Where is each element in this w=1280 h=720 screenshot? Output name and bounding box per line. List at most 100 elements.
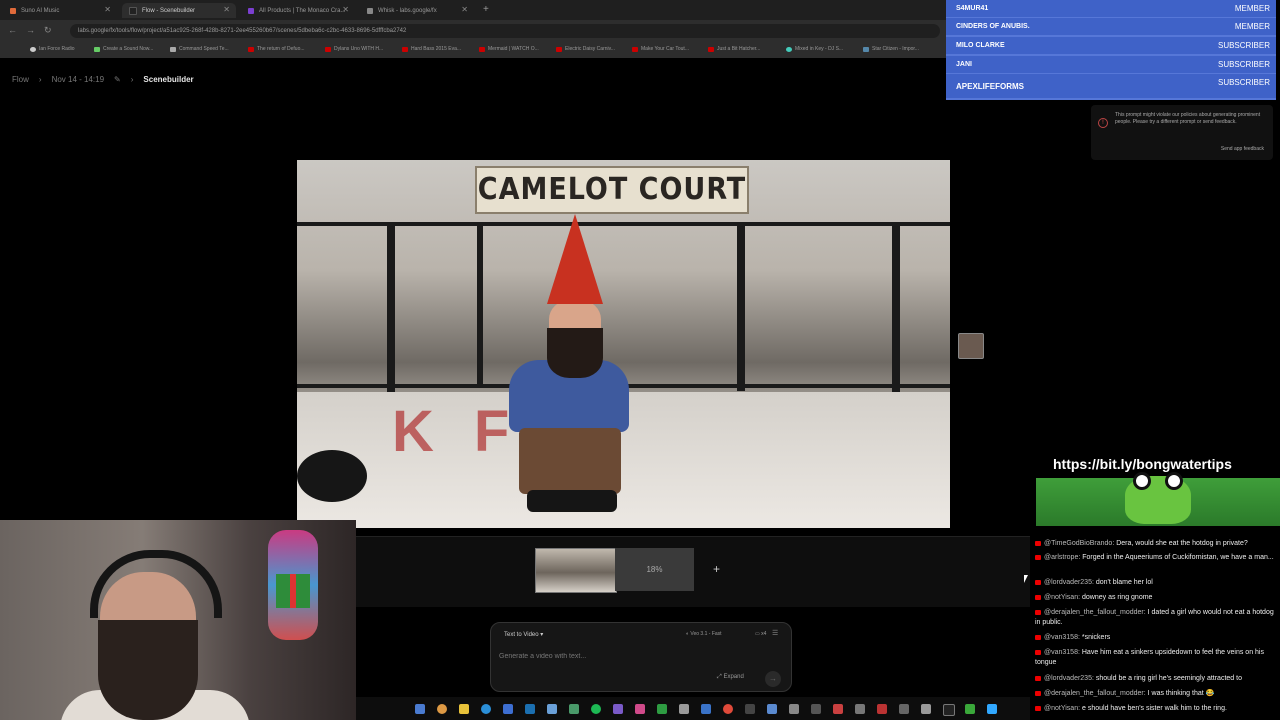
bookmark-item[interactable]: Mermaid | WATCH O...	[479, 46, 539, 52]
youtube-icon	[1035, 594, 1041, 600]
bookmark-item[interactable]: Star Citizen - Impor...	[863, 46, 919, 52]
app-icon[interactable]	[899, 704, 909, 714]
app-icon[interactable]	[613, 704, 623, 714]
prompt-box: Text to Video ▾ ◐ Veo 3.1 - Fast ▭ x4 ☰ …	[490, 622, 792, 692]
mode-dropdown[interactable]: Text to Video ▾	[504, 631, 543, 638]
app-icon[interactable]	[547, 704, 557, 714]
gnome-hat	[547, 214, 603, 304]
app-icon[interactable]	[833, 704, 843, 714]
bookmark-item[interactable]: Ian Force Radio	[30, 46, 75, 52]
scene-thumbnail[interactable]	[958, 333, 984, 359]
app-icon[interactable]	[789, 704, 799, 714]
chat-message: @lordvader235: don't blame her lol	[1035, 578, 1278, 588]
bookmark-item[interactable]: Just a Bit Hatcher...	[708, 46, 760, 52]
close-tab-icon[interactable]: ✕	[104, 5, 111, 14]
arena-banner: CAMELOT COURT	[475, 166, 749, 214]
bookmark-item[interactable]: Hard Bass 2015 Eva...	[402, 46, 461, 52]
folder-icon[interactable]	[459, 704, 469, 714]
browser-icon[interactable]	[437, 704, 447, 714]
edge-icon[interactable]	[481, 704, 491, 714]
video-preview[interactable]: KFC CAMELOT COURT	[297, 160, 950, 528]
chat-message: @derajalen_the_fallout_modder: I was thi…	[1035, 689, 1278, 699]
prompt-input[interactable]	[497, 649, 731, 663]
forward-icon[interactable]: →	[26, 25, 35, 35]
tab-flow[interactable]: Flow - Scenebuilder ✕	[122, 3, 236, 18]
settings-icon[interactable]: ☰	[772, 629, 778, 637]
chrome-icon[interactable]	[723, 704, 733, 714]
app-icon[interactable]	[415, 704, 425, 714]
youtube-icon	[479, 46, 485, 52]
bookmarks-bar: Ian Force Radio Create a Sound Now... Co…	[0, 42, 946, 58]
youtube-icon	[632, 46, 638, 52]
bookmark-item[interactable]: Dylans Uno WITH H...	[325, 46, 383, 52]
app-icon[interactable]	[943, 704, 955, 716]
tab-suno[interactable]: Suno AI Music ✕	[3, 3, 117, 18]
bookmark-item[interactable]: Electric Daisy Carniv...	[556, 46, 615, 52]
tab-whisk[interactable]: Whisk - labs.google/fx ✕	[360, 3, 474, 18]
new-tab-button[interactable]: +	[483, 4, 489, 15]
close-tab-icon[interactable]: ✕	[342, 5, 349, 14]
breadcrumb-root[interactable]: Flow	[12, 75, 29, 84]
bookmark-item[interactable]: Command Speed Te...	[170, 46, 229, 52]
back-icon[interactable]: ←	[8, 25, 17, 35]
frog-eye	[1133, 472, 1151, 490]
tab-label: Suno AI Music	[21, 7, 60, 14]
chat-panel: @TimeGodBioBrando: Dera, would she eat t…	[1032, 536, 1280, 720]
streamer-beard	[98, 620, 198, 720]
app-icon[interactable]	[701, 704, 711, 714]
bookmark-item[interactable]: Create a Sound Now...	[94, 46, 153, 52]
app-icon[interactable]	[635, 704, 645, 714]
chevron-down-icon: ▾	[540, 632, 544, 638]
app-icon[interactable]	[855, 704, 865, 714]
bookmark-item[interactable]: Make Your Car Tout...	[632, 46, 689, 52]
member-row: JANI SUBSCRIBER	[946, 56, 1276, 75]
spotify-icon[interactable]	[591, 704, 601, 714]
frog-mascot	[1125, 472, 1191, 524]
member-row: APEXLIFEFORMS SUBSCRIBER	[946, 74, 1276, 100]
tab-label: All Products | The Monaco Cra...	[259, 7, 346, 14]
gnome-boots	[527, 490, 617, 512]
app-icon[interactable]	[679, 704, 689, 714]
youtube-icon	[248, 46, 254, 52]
chat-message: @TimeGodBioBrando: Dera, would she eat t…	[1035, 539, 1278, 549]
timeline-clip[interactable]	[535, 548, 617, 593]
expand-button[interactable]: ⤢ Expand	[717, 674, 744, 681]
youtube-icon	[708, 46, 714, 52]
photoshop-icon[interactable]	[987, 704, 997, 714]
cage-post	[477, 226, 483, 386]
app-icon[interactable]	[767, 704, 777, 714]
close-tab-icon[interactable]: ✕	[223, 5, 230, 14]
model-selector[interactable]: ◐ Veo 3.1 - Fast	[686, 631, 722, 637]
headphones	[90, 550, 222, 618]
youtube-icon	[325, 46, 331, 52]
send-feedback-link[interactable]: Send app feedback	[1221, 146, 1264, 152]
alert-icon: !	[1098, 118, 1108, 128]
gnome-beard	[547, 328, 603, 378]
tab-monaco[interactable]: All Products | The Monaco Cra... ✕	[241, 3, 355, 18]
breadcrumb-date[interactable]: Nov 14 - 14:19	[52, 75, 104, 84]
xbox-icon[interactable]	[657, 704, 667, 714]
app-icon[interactable]	[965, 704, 975, 714]
app-icon[interactable]	[877, 704, 887, 714]
app-icon[interactable]	[921, 704, 931, 714]
bookmark-icon	[863, 46, 869, 52]
cage-post	[892, 222, 900, 402]
close-tab-icon[interactable]: ✕	[461, 5, 468, 14]
address-bar[interactable]: labs.google/fx/tools/flow/project/a51ac9…	[70, 24, 940, 38]
app-icon[interactable]	[503, 704, 513, 714]
chat-message: @van3158: *snickers	[1035, 633, 1278, 643]
send-button[interactable]: →	[765, 671, 781, 687]
app-icon[interactable]	[569, 704, 579, 714]
pencil-icon[interactable]: ✎	[114, 75, 121, 84]
bookmark-item[interactable]: The return of Defuo...	[248, 46, 305, 52]
bookmark-item[interactable]: Mixed in Key - DJ S...	[786, 46, 843, 52]
reload-icon[interactable]: ↻	[44, 25, 52, 36]
warning-text: This prompt might violate our policies a…	[1115, 112, 1261, 125]
app-icon[interactable]	[811, 704, 821, 714]
youtube-icon	[402, 46, 408, 52]
app-icon[interactable]	[745, 704, 755, 714]
steam-icon[interactable]	[525, 704, 535, 714]
bookmark-icon	[170, 46, 176, 52]
output-count[interactable]: ▭ x4	[755, 631, 766, 637]
add-clip-button[interactable]: +	[713, 562, 720, 576]
